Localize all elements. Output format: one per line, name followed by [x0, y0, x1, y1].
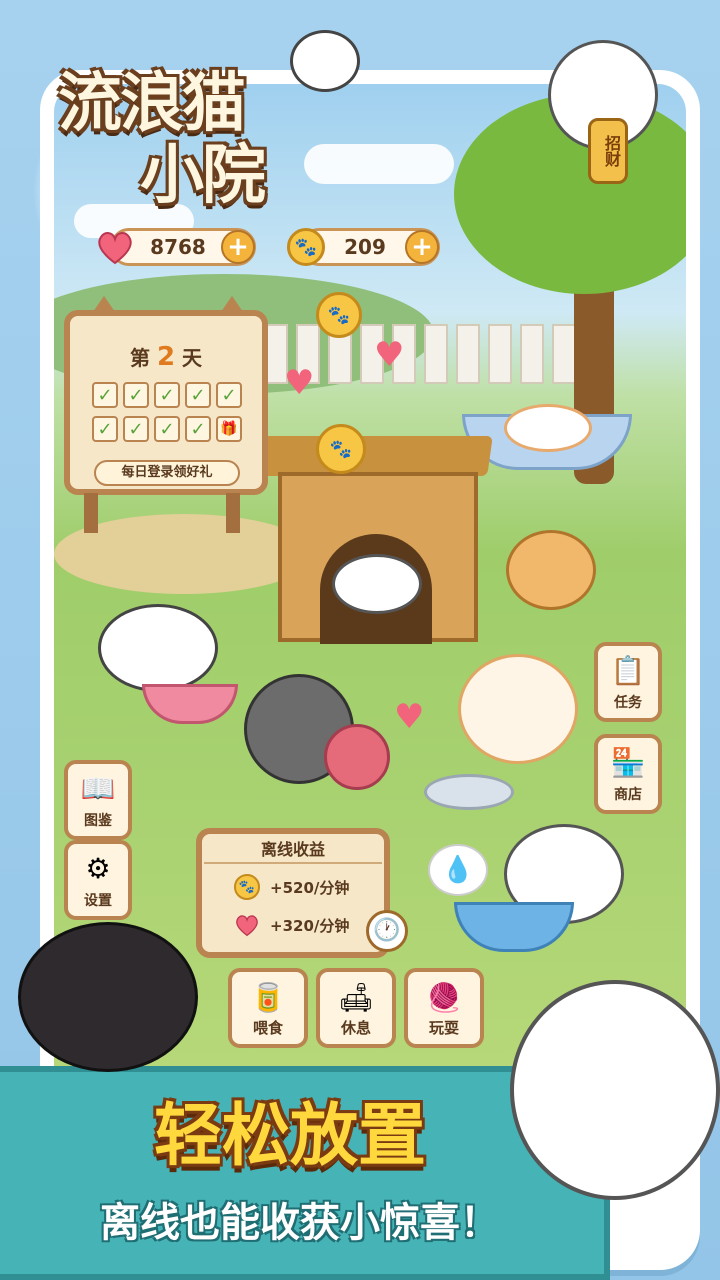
paw-coin-icon: 🐾 — [316, 424, 366, 474]
checkin-grid: ✓ ✓ ✓ ✓ ✓ ✓ ✓ ✓ ✓ 🎁 — [92, 382, 242, 442]
coin-income-rate: +520/分钟 — [270, 878, 350, 897]
sleeping-cat — [504, 404, 592, 452]
house-roof — [257, 436, 493, 476]
divider — [204, 862, 382, 864]
coin-counter: 🐾 209 + — [287, 228, 440, 266]
sofa-icon: 🛋 — [338, 981, 374, 1014]
add-coins-button[interactable]: + — [405, 230, 439, 264]
heart-icon: ♥ — [284, 363, 315, 403]
feed-button[interactable]: 🥫 喂食 — [228, 968, 308, 1048]
heart-count: 8768 — [150, 235, 206, 259]
heart-icon — [98, 232, 132, 265]
fortune-tag: 招财 — [588, 118, 628, 184]
heart-icon — [236, 915, 258, 937]
checkin-cell: ✓ — [123, 382, 149, 408]
can-icon: 🥫 — [250, 981, 286, 1014]
clock-icon: 🕐 — [366, 910, 408, 952]
board-leg — [226, 493, 240, 533]
book-icon: 📖 — [80, 772, 116, 805]
play-button[interactable]: 🧶 玩耍 — [404, 968, 484, 1048]
paw-coin-icon: 🐾 — [234, 874, 260, 900]
checkin-day-number: 2 — [156, 342, 176, 372]
add-hearts-button[interactable]: + — [221, 230, 255, 264]
coin-count: 209 — [344, 235, 386, 259]
checkin-cell: ✓ — [92, 382, 118, 408]
promo-slogan: 轻松放置 — [153, 1097, 426, 1176]
settings-button[interactable]: ⚙ 设置 — [64, 840, 132, 920]
calico-cat — [510, 980, 720, 1200]
water-bowl — [454, 902, 574, 952]
checkin-cell: ✓ — [216, 382, 242, 408]
paw-coin-icon: 🐾 — [316, 292, 362, 338]
orange-cat — [506, 530, 596, 610]
heart-income-row: +320/分钟 — [234, 912, 349, 938]
black-cat — [18, 922, 198, 1072]
board-leg — [84, 493, 98, 533]
fluffy-cat — [458, 654, 578, 764]
cloud — [304, 144, 454, 184]
yarn-icon: 🧶 — [426, 981, 462, 1014]
title-cat — [290, 30, 360, 92]
rest-button[interactable]: 🛋 休息 — [316, 968, 396, 1048]
promo-subtitle: 离线也能收获小惊喜！ — [100, 1200, 500, 1246]
checkin-cell: ✓ — [123, 416, 149, 442]
checkin-cell: ✓ — [154, 382, 180, 408]
claim-reward-button[interactable]: 每日登录领好礼 — [94, 460, 240, 486]
collection-button[interactable]: 📖 图鉴 — [64, 760, 132, 840]
coin-income-row: 🐾 +520/分钟 — [234, 874, 349, 900]
food-bowl — [142, 684, 238, 724]
checkin-cell: ✓ — [185, 416, 211, 442]
heart-income-rate: +320/分钟 — [270, 916, 350, 935]
shop-icon: 🏪 — [610, 746, 646, 779]
heart-icon: ♥ — [374, 335, 405, 375]
house-cat — [332, 554, 422, 614]
tasks-button[interactable]: 📋 任务 — [594, 642, 662, 722]
yarn-ball — [324, 724, 390, 790]
heart-icon: ♥ — [394, 697, 425, 737]
gift-box-icon: 🎁 — [216, 416, 242, 442]
checkin-day-title: 第 2 天 — [129, 342, 203, 372]
heart-counter: 8768 + — [98, 228, 256, 266]
clipboard-icon: 📋 — [610, 654, 646, 687]
eating-cat — [98, 604, 218, 692]
checkin-cell: ✓ — [154, 416, 180, 442]
water-drop-icon: 💧 — [428, 844, 488, 896]
game-title-line2: 小院 — [140, 139, 266, 213]
fish-plate — [424, 774, 514, 810]
shop-button[interactable]: 🏪 商店 — [594, 734, 662, 814]
checkin-cell: ✓ — [92, 416, 118, 442]
offline-income-title: 离线收益 — [260, 840, 325, 859]
checkin-cell: ✓ — [185, 382, 211, 408]
paw-coin-icon: 🐾 — [287, 228, 325, 266]
gear-icon: ⚙ — [85, 852, 111, 885]
